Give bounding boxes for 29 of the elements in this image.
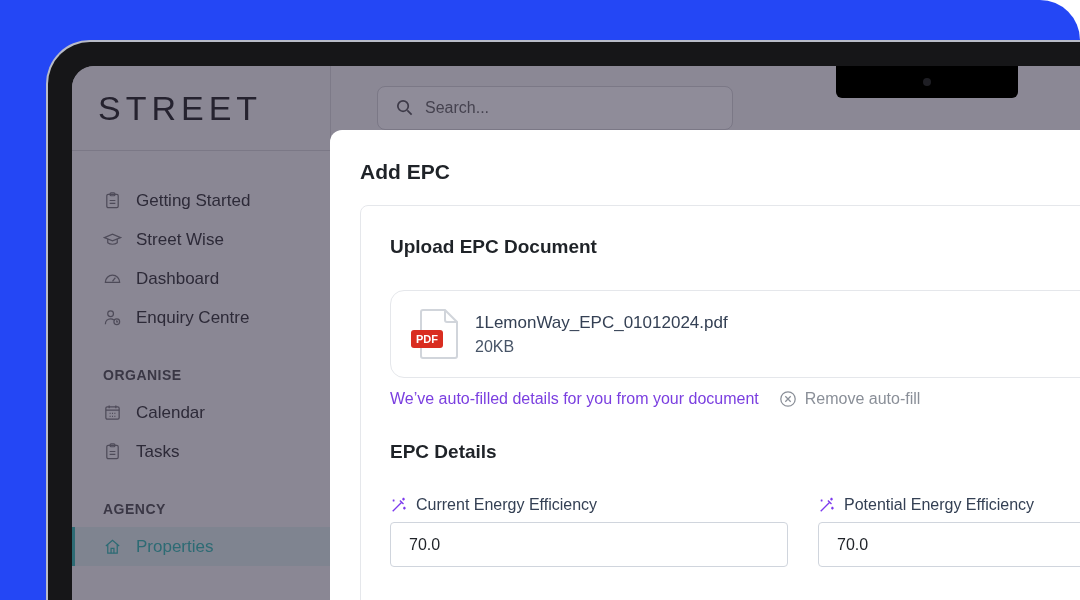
input-field[interactable]: 70.0	[818, 522, 1080, 567]
home-icon	[103, 537, 122, 556]
clipboard-icon	[103, 191, 122, 210]
section-title: EPC Details	[390, 441, 498, 463]
calendar-icon	[103, 403, 122, 422]
search-icon	[395, 98, 414, 117]
file-size: 20KB	[475, 337, 516, 356]
section-heading: AGENCY	[102, 501, 167, 519]
remove-autofill-button[interactable]: Remove auto-fill	[778, 390, 921, 408]
user-clock-icon	[103, 308, 122, 327]
field-label: Current Energy Efficiency	[416, 496, 598, 514]
sidebar-item[interactable]: Street Wise	[72, 220, 330, 259]
sidebar-item[interactable]: Getting Started	[72, 181, 330, 220]
sidebar-item[interactable]: Calendar	[72, 393, 330, 432]
dialog-title: Add EPC	[360, 160, 451, 184]
sidebar-item[interactable]: Enquiry Centre	[72, 298, 330, 337]
logo: STREET	[98, 88, 263, 128]
close-circle-icon	[778, 390, 797, 408]
field-label: Potential Energy Efficiency	[844, 496, 1035, 514]
section-title: Upload EPC Document	[390, 236, 598, 258]
search-field[interactable]: Search...	[377, 86, 733, 130]
file-name: 1LemonWay_EPC_01012024.pdf	[475, 312, 728, 333]
sidebar-item[interactable]: Dashboard	[72, 259, 330, 298]
sidebar-item[interactable]: Tasks	[72, 432, 330, 471]
autofill-notice: We’ve auto-filled details for you from your document	[390, 390, 759, 408]
input-field[interactable]: 70.0	[390, 522, 788, 567]
clipboard-icon	[103, 442, 122, 461]
section-heading: ORGANISE	[102, 367, 183, 385]
file-card[interactable]: PDF 1LemonWay_EPC_01012024.pdf 20KB	[390, 290, 1080, 378]
